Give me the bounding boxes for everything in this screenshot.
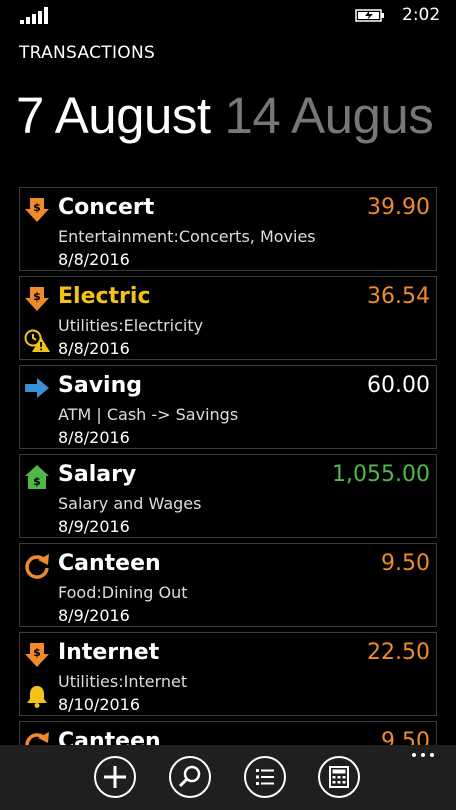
pivot-item-next-week[interactable]: 14 Augus [225,87,434,144]
search-button[interactable] [169,756,211,798]
transaction-name: Concert [58,195,155,220]
svg-text:$: $ [33,290,41,303]
bell-reminder-icon [27,686,47,708]
pivot-item-current-week[interactable]: 7 August [16,87,211,144]
transaction-tile[interactable]: $ Concert 39.90 Entertainment:Concerts, … [19,187,437,271]
transaction-tile[interactable]: Canteen 9.50 [19,721,437,745]
expense-arrow-icon: $ [25,643,49,667]
expense-arrow-icon: $ [25,287,49,311]
transaction-name: Saving [58,373,142,398]
transfer-arrow-icon [25,378,49,398]
transaction-amount: 22.50 [367,640,430,665]
app-title: TRANSACTIONS [19,43,156,63]
transaction-amount: 9.50 [381,551,430,576]
pivot-header: 7 August 14 Augus [16,86,434,145]
transaction-list[interactable]: $ Concert 39.90 Entertainment:Concerts, … [19,187,437,745]
status-bar: 2:02 [0,0,456,32]
transaction-category: ATM | Cash -> Savings [58,405,239,424]
signal-strength-icon [20,7,48,24]
transaction-date: 8/9/2016 [58,606,130,625]
transaction-category: Food:Dining Out [58,583,188,602]
transaction-name: Electric [58,284,151,309]
transaction-date: 8/9/2016 [58,517,130,536]
svg-text:$: $ [33,646,41,659]
transaction-date: 8/8/2016 [58,339,130,358]
clock: 2:02 [402,5,441,25]
transaction-category: Utilities:Internet [58,672,188,691]
list-button[interactable] [244,756,286,798]
income-house-icon: $ [25,465,49,489]
transaction-category: Utilities:Electricity [58,316,204,335]
expense-arrow-icon: $ [25,198,49,222]
more-icon[interactable] [412,753,434,757]
recurring-icon [25,554,49,579]
transaction-amount: 60.00 [367,373,430,398]
transaction-tile[interactable]: $ Electric 36.54 Utilities:Electricity 8… [19,276,437,360]
add-icon [104,766,126,788]
transaction-tile[interactable]: Saving 60.00 ATM | Cash -> Savings 8/8/2… [19,365,437,449]
overdue-warning-icon [24,329,50,352]
transaction-tile[interactable]: Canteen 9.50 Food:Dining Out 8/9/2016 [19,543,437,627]
transaction-category: Entertainment:Concerts, Movies [58,227,316,246]
recurring-icon [25,732,49,745]
transaction-name: Canteen [58,729,161,745]
calculator-button[interactable] [318,756,360,798]
app-bar [0,745,456,810]
list-icon [256,769,274,785]
transaction-amount: 9.50 [381,729,430,745]
transaction-name: Salary [58,462,137,487]
add-button[interactable] [94,756,136,798]
transaction-name: Internet [58,640,160,665]
search-icon [178,765,201,788]
svg-text:$: $ [33,475,41,488]
transaction-category: Salary and Wages [58,494,202,513]
transaction-amount: 39.90 [367,195,430,220]
transaction-name: Canteen [58,551,161,576]
calculator-icon [329,766,349,788]
transaction-date: 8/8/2016 [58,250,130,269]
transaction-amount: 36.54 [367,284,430,309]
battery-charging-icon [355,9,384,22]
transaction-date: 8/8/2016 [58,428,130,447]
transaction-date: 8/10/2016 [58,695,141,714]
svg-text:$: $ [33,201,41,214]
transaction-tile[interactable]: $ Internet 22.50 Utilities:Internet 8/10… [19,632,437,716]
transaction-tile[interactable]: $ Salary 1,055.00 Salary and Wages 8/9/2… [19,454,437,538]
transaction-amount: 1,055.00 [332,462,430,487]
